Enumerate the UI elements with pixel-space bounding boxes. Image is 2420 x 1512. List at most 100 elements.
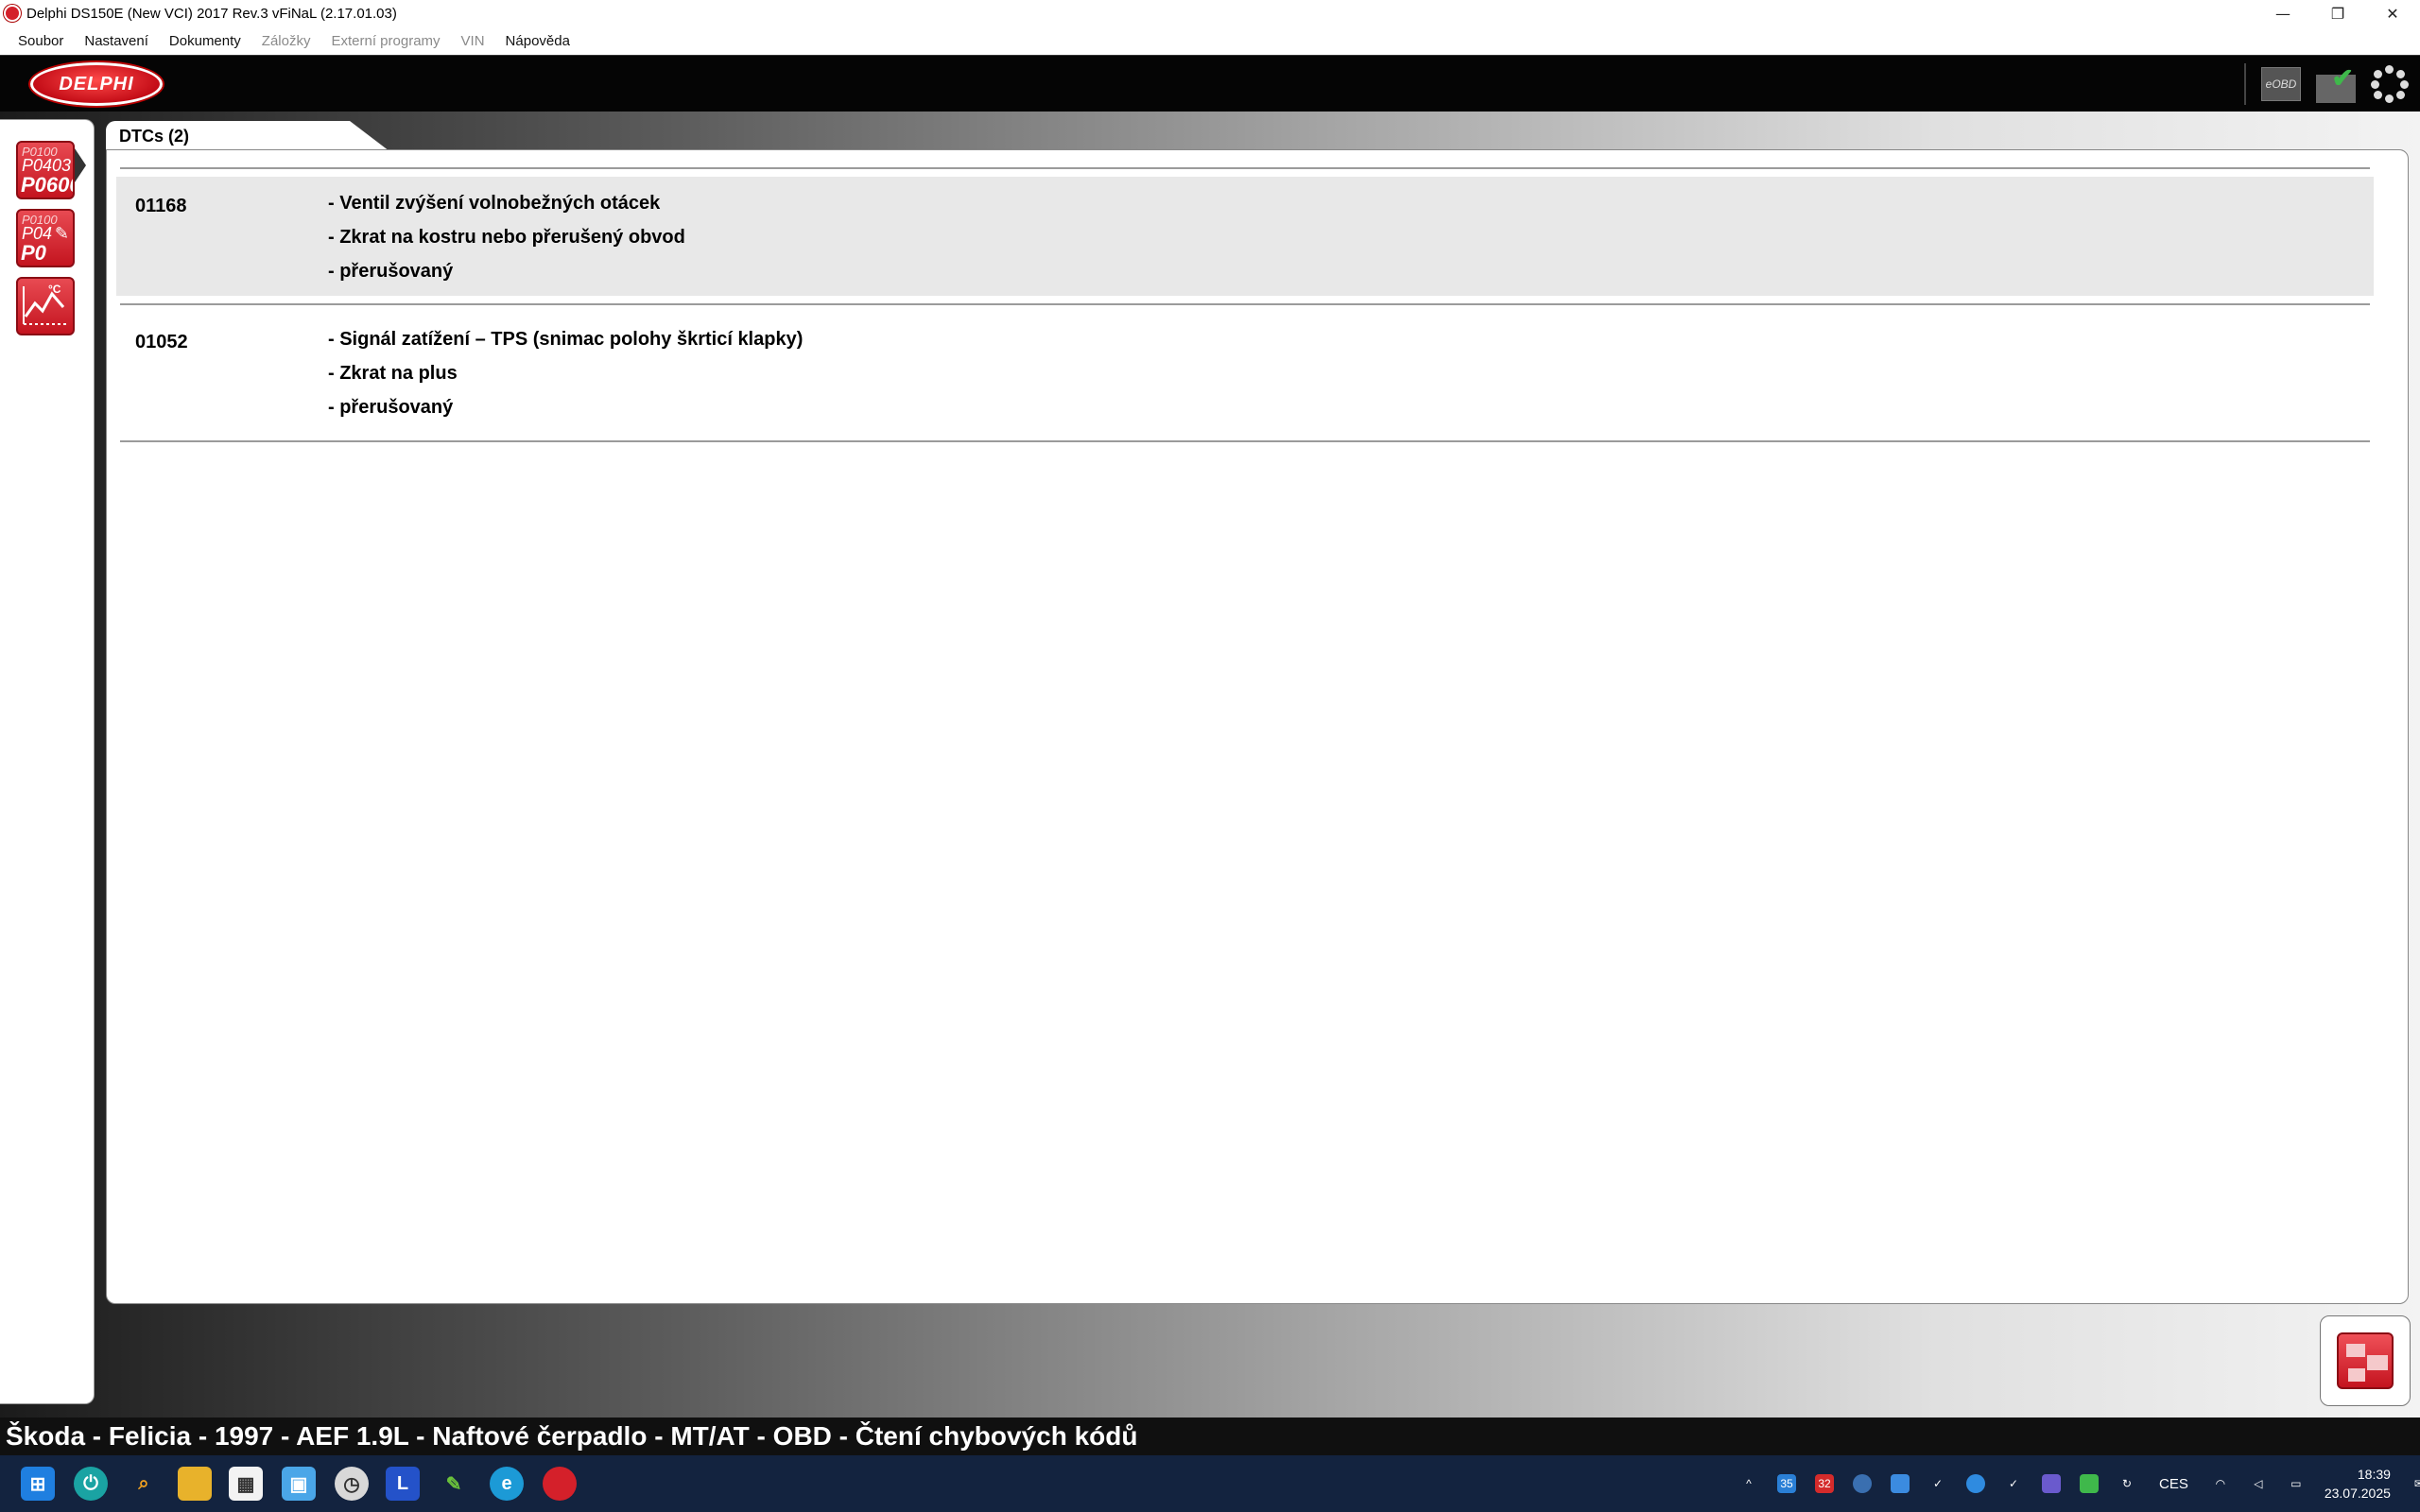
dtc-description: - Ventil zvýšení volnobežných otácek - Z… [328, 192, 685, 294]
title-bar: Delphi DS150E (New VCI) 2017 Rev.3 vFiNa… [0, 0, 2420, 26]
battery-icon[interactable]: ▭ [2287, 1474, 2306, 1493]
nvidia-icon[interactable] [2080, 1474, 2099, 1493]
dtc-description-line: - Zkrat na plus [328, 363, 458, 384]
dtc-description: - Signál zatížení – TPS (snimac polohy š… [328, 328, 803, 430]
report-button[interactable] [2320, 1315, 2411, 1406]
tray-app-icon[interactable] [1891, 1474, 1910, 1493]
status-bar: Škoda - Felicia - 1997 - AEF 1.9L - Naft… [0, 1418, 2420, 1455]
live-data-button[interactable]: °C [16, 277, 75, 335]
dtc-code: 01168 [135, 196, 187, 216]
tab-dtcs[interactable]: DTCs (2) [106, 121, 389, 151]
report-icon-part [2367, 1355, 2388, 1370]
clock-date: 23.07.2025 [2324, 1486, 2391, 1501]
active-indicator-arrow [75, 148, 86, 182]
dtc-description-line: - Signál zatížení – TPS (snimac polohy š… [328, 329, 804, 350]
minimize-button[interactable]: — [2256, 0, 2310, 26]
tool-app-icon[interactable]: ✎ [437, 1467, 471, 1501]
delphi-logo: DELPHI [30, 62, 163, 106]
spinner-dot [2385, 94, 2394, 103]
temperature-label: °C [48, 283, 61, 296]
dtc-description-line: - Ventil zvýšení volnobežných otácek [328, 193, 661, 214]
dtc-description-line: - přerušovaný [328, 261, 454, 282]
toolbar-divider [2244, 63, 2246, 105]
restore-button[interactable]: ❐ [2310, 0, 2365, 26]
clear-dtc-button[interactable]: P0100 P04 P0 ✎ [16, 209, 75, 267]
connection-spinner-icon[interactable] [2371, 65, 2409, 103]
taskbar: ⊞ ⏻ ⌕ ▦ ▣ ◷ L ✎ e ^ 35 32 ✓ ✓ ↻ CES ◠ ◁ … [0, 1455, 2420, 1512]
clock-sync-icon[interactable] [1966, 1474, 1985, 1493]
menu-soubor[interactable]: Soubor [18, 33, 63, 49]
eobd-label: eOBD [2265, 77, 2297, 91]
menu-vin[interactable]: VIN [461, 33, 485, 49]
system-tray: ^ 35 32 ✓ ✓ ↻ CES ◠ ◁ ▭ 18:39 23.07.2025… [1730, 1455, 2420, 1512]
taskbar-clock[interactable]: 18:39 23.07.2025 [2325, 1465, 2391, 1503]
tray-badge-red[interactable]: 32 [1815, 1474, 1834, 1493]
delphi-app-icon [4, 5, 21, 22]
menu-nastaveni[interactable]: Nastavení [84, 33, 148, 49]
report-icon-part [2346, 1344, 2365, 1357]
window-title: Delphi DS150E (New VCI) 2017 Rev.3 vFiNa… [26, 5, 397, 22]
wifi-icon[interactable]: ◠ [2211, 1474, 2230, 1493]
report-icon-part [2348, 1368, 2365, 1382]
windows-start-icon[interactable]: ⊞ [21, 1467, 55, 1501]
search-icon[interactable]: ⌕ [127, 1467, 161, 1501]
read-dtc-button[interactable]: P0100 P0403 P0600 [16, 141, 75, 199]
menu-dokumenty[interactable]: Dokumenty [169, 33, 241, 49]
bluetooth-icon[interactable]: ✓ [1928, 1474, 1947, 1493]
header-toolbar: eOBD ✔ [2244, 63, 2409, 105]
spinner-dot [2385, 65, 2394, 74]
photos-icon[interactable]: ▣ [282, 1467, 316, 1501]
left-sidebar: P0100 P0403 P0600 P0100 P04 P0 ✎ °C 🡐 [0, 119, 112, 1511]
app-header: DELPHI eOBD ✔ [0, 55, 2420, 112]
vehicle-selected-icon[interactable]: ✔ [2316, 65, 2356, 103]
spinner-dot [2371, 80, 2379, 89]
menu-bar: Soubor Nastavení Dokumenty Záložky Exter… [0, 26, 2420, 55]
spinner-dot [2374, 91, 2382, 99]
spinner-dot [2400, 80, 2409, 89]
eobd-button[interactable]: eOBD [2261, 67, 2301, 101]
report-icon [2337, 1332, 2394, 1389]
clock-time: 18:39 [2357, 1467, 2391, 1482]
show-hidden-icons[interactable]: ^ [1739, 1474, 1758, 1493]
menu-externi-programy[interactable]: Externí programy [331, 33, 440, 49]
dtc-row[interactable]: 01168 - Ventil zvýšení volnobežných otác… [116, 177, 2374, 296]
tab-dtcs-label: DTCs (2) [119, 127, 190, 146]
graph-icon [23, 286, 67, 325]
sync-icon[interactable]: ↻ [2118, 1474, 2136, 1493]
spinner-dot [2396, 70, 2405, 78]
dtc-code: 01052 [135, 332, 188, 352]
dtc-code-line: P0 [21, 241, 46, 265]
volume-icon[interactable]: ◁ [2249, 1474, 2268, 1493]
notifications-icon[interactable]: ✉ [2410, 1474, 2420, 1493]
display-icon[interactable] [2042, 1474, 2061, 1493]
vehicle-status-text: Škoda - Felicia - 1997 - AEF 1.9L - Naft… [6, 1421, 1138, 1451]
window-controls: — ❐ ✕ [2256, 0, 2420, 26]
dtc-description-line: - přerušovaný [328, 397, 454, 418]
dtc-row[interactable]: 01052 - Signál zatížení – TPS (snimac po… [116, 313, 2374, 432]
clock-app-icon[interactable]: ◷ [335, 1467, 369, 1501]
divider [120, 440, 2370, 442]
dtc-panel: 01168 - Ventil zvýšení volnobežných otác… [106, 149, 2409, 1304]
spinner-dot [2396, 91, 2405, 99]
store-icon[interactable]: ▦ [229, 1467, 263, 1501]
tray-badge-blue[interactable]: 35 [1777, 1474, 1796, 1493]
input-language[interactable]: CES [2159, 1476, 2188, 1492]
delphi-taskbar-icon[interactable] [543, 1467, 577, 1501]
eraser-icon: ✎ [54, 224, 69, 243]
power-app-icon[interactable]: ⏻ [74, 1467, 108, 1501]
spinner-dot [2374, 70, 2382, 78]
close-button[interactable]: ✕ [2365, 0, 2420, 26]
app-window: Delphi DS150E (New VCI) 2017 Rev.3 vFiNa… [0, 0, 2420, 1512]
l-app-icon[interactable]: L [386, 1467, 420, 1501]
logo-text: DELPHI [59, 73, 134, 94]
network-check-icon[interactable]: ✓ [2004, 1474, 2023, 1493]
edge-browser-icon[interactable]: e [490, 1467, 524, 1501]
checkmark-icon: ✔ [2331, 63, 2354, 93]
file-explorer-icon[interactable] [178, 1467, 212, 1501]
dtc-description-line: - Zkrat na kostru nebo přerušený obvod [328, 227, 685, 248]
security-icon[interactable] [1853, 1474, 1872, 1493]
menu-napoveda[interactable]: Nápověda [506, 33, 570, 49]
menu-zalozky[interactable]: Záložky [262, 33, 311, 49]
dtc-code-line: P0600 [21, 173, 73, 197]
divider [120, 303, 2370, 305]
